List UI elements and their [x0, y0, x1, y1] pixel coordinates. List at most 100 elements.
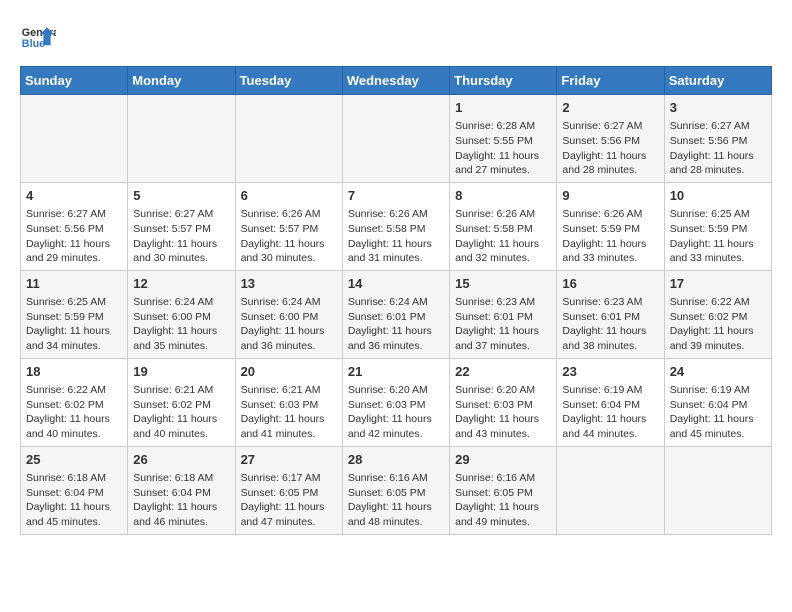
day-number: 13 — [241, 275, 337, 293]
day-info: Sunset: 6:05 PM — [455, 486, 551, 501]
day-info: Daylight: 11 hours and 36 minutes. — [348, 324, 444, 353]
day-info: Sunset: 5:58 PM — [455, 222, 551, 237]
day-info: Sunrise: 6:26 AM — [562, 207, 658, 222]
day-info: Daylight: 11 hours and 45 minutes. — [670, 412, 766, 441]
calendar-cell: 12Sunrise: 6:24 AMSunset: 6:00 PMDayligh… — [128, 270, 235, 358]
day-number: 25 — [26, 451, 122, 469]
day-info: Sunset: 6:03 PM — [455, 398, 551, 413]
day-info: Sunset: 5:57 PM — [133, 222, 229, 237]
day-info: Daylight: 11 hours and 32 minutes. — [455, 237, 551, 266]
weekday-header-wednesday: Wednesday — [342, 67, 449, 95]
day-number: 23 — [562, 363, 658, 381]
svg-text:Blue: Blue — [22, 38, 45, 50]
day-info: Sunrise: 6:20 AM — [455, 383, 551, 398]
day-info: Sunrise: 6:17 AM — [241, 471, 337, 486]
day-number: 5 — [133, 187, 229, 205]
calendar-cell — [128, 95, 235, 183]
day-info: Sunset: 6:05 PM — [241, 486, 337, 501]
weekday-header-row: SundayMondayTuesdayWednesdayThursdayFrid… — [21, 67, 772, 95]
page-header: General Blue — [20, 20, 772, 56]
day-info: Sunrise: 6:25 AM — [670, 207, 766, 222]
logo: General Blue — [20, 20, 56, 56]
calendar-cell: 16Sunrise: 6:23 AMSunset: 6:01 PMDayligh… — [557, 270, 664, 358]
day-info: Daylight: 11 hours and 30 minutes. — [133, 237, 229, 266]
day-number: 19 — [133, 363, 229, 381]
day-info: Daylight: 11 hours and 40 minutes. — [26, 412, 122, 441]
day-info: Sunrise: 6:22 AM — [26, 383, 122, 398]
calendar-cell — [557, 446, 664, 534]
day-number: 8 — [455, 187, 551, 205]
day-number: 29 — [455, 451, 551, 469]
day-number: 15 — [455, 275, 551, 293]
day-info: Sunset: 5:59 PM — [562, 222, 658, 237]
day-info: Daylight: 11 hours and 45 minutes. — [26, 500, 122, 529]
day-info: Daylight: 11 hours and 29 minutes. — [26, 237, 122, 266]
calendar-cell — [235, 95, 342, 183]
day-info: Sunrise: 6:20 AM — [348, 383, 444, 398]
day-info: Daylight: 11 hours and 28 minutes. — [670, 149, 766, 178]
calendar-cell: 24Sunrise: 6:19 AMSunset: 6:04 PMDayligh… — [664, 358, 771, 446]
day-info: Sunset: 6:01 PM — [348, 310, 444, 325]
weekday-header-thursday: Thursday — [450, 67, 557, 95]
day-info: Sunrise: 6:21 AM — [133, 383, 229, 398]
calendar-cell: 22Sunrise: 6:20 AMSunset: 6:03 PMDayligh… — [450, 358, 557, 446]
day-info: Sunrise: 6:18 AM — [26, 471, 122, 486]
day-info: Daylight: 11 hours and 41 minutes. — [241, 412, 337, 441]
day-info: Daylight: 11 hours and 48 minutes. — [348, 500, 444, 529]
day-number: 14 — [348, 275, 444, 293]
calendar-cell: 27Sunrise: 6:17 AMSunset: 6:05 PMDayligh… — [235, 446, 342, 534]
day-number: 21 — [348, 363, 444, 381]
calendar-week-row: 4Sunrise: 6:27 AMSunset: 5:56 PMDaylight… — [21, 182, 772, 270]
day-info: Sunset: 5:58 PM — [348, 222, 444, 237]
calendar-cell: 20Sunrise: 6:21 AMSunset: 6:03 PMDayligh… — [235, 358, 342, 446]
day-number: 28 — [348, 451, 444, 469]
calendar-cell: 5 Sunrise: 6:27 AMSunset: 5:57 PMDaylight… — [128, 182, 235, 270]
day-number: 11 — [26, 275, 122, 293]
day-info: Sunset: 5:59 PM — [670, 222, 766, 237]
calendar-cell: 2Sunrise: 6:27 AMSunset: 5:56 PMDaylight… — [557, 95, 664, 183]
weekday-header-monday: Monday — [128, 67, 235, 95]
calendar-body: 1Sunrise: 6:28 AMSunset: 5:55 PMDaylight… — [21, 95, 772, 535]
day-info: Sunrise: 6:19 AM — [670, 383, 766, 398]
calendar-cell: 14 Sunrise: 6:24 AMSunset: 6:01 PMDayligh… — [342, 270, 449, 358]
day-number: 7 — [348, 187, 444, 205]
day-info: Sunrise: 6:27 AM — [26, 207, 122, 222]
day-info: Sunset: 5:56 PM — [670, 134, 766, 149]
day-number: 2 — [562, 99, 658, 117]
logo-icon: General Blue — [20, 20, 56, 56]
day-info: Sunrise: 6:23 AM — [562, 295, 658, 310]
day-number: 26 — [133, 451, 229, 469]
day-info: Daylight: 11 hours and 40 minutes. — [133, 412, 229, 441]
day-info: Sunset: 6:04 PM — [562, 398, 658, 413]
day-info: Sunrise: 6:26 AM — [348, 207, 444, 222]
day-number: 4 — [26, 187, 122, 205]
calendar-week-row: 1Sunrise: 6:28 AMSunset: 5:55 PMDaylight… — [21, 95, 772, 183]
day-number: 6 — [241, 187, 337, 205]
day-info: Sunrise: 6:19 AM — [562, 383, 658, 398]
day-number: 12 — [133, 275, 229, 293]
day-number: 16 — [562, 275, 658, 293]
day-info: Sunset: 6:02 PM — [670, 310, 766, 325]
day-number: 18 — [26, 363, 122, 381]
calendar-table: SundayMondayTuesdayWednesdayThursdayFrid… — [20, 66, 772, 535]
day-info: Sunrise: 6:24 AM — [348, 295, 444, 310]
day-number: 3 — [670, 99, 766, 117]
calendar-cell: 19Sunrise: 6:21 AMSunset: 6:02 PMDayligh… — [128, 358, 235, 446]
day-number: 1 — [455, 99, 551, 117]
day-info: Sunrise: 6:24 AM — [241, 295, 337, 310]
day-info: Daylight: 11 hours and 27 minutes. — [455, 149, 551, 178]
day-number: 10 — [670, 187, 766, 205]
day-info: Daylight: 11 hours and 49 minutes. — [455, 500, 551, 529]
day-info: Sunset: 5:55 PM — [455, 134, 551, 149]
calendar-cell — [21, 95, 128, 183]
calendar-cell: 18Sunrise: 6:22 AMSunset: 6:02 PMDayligh… — [21, 358, 128, 446]
day-info: Sunset: 5:56 PM — [26, 222, 122, 237]
day-info: Sunset: 6:01 PM — [562, 310, 658, 325]
day-info: Sunrise: 6:22 AM — [670, 295, 766, 310]
day-info: Daylight: 11 hours and 43 minutes. — [455, 412, 551, 441]
calendar-cell: 28Sunrise: 6:16 AMSunset: 6:05 PMDayligh… — [342, 446, 449, 534]
day-info: Sunrise: 6:26 AM — [455, 207, 551, 222]
calendar-cell: 6Sunrise: 6:26 AMSunset: 5:57 PMDaylight… — [235, 182, 342, 270]
day-info: Sunrise: 6:27 AM — [133, 207, 229, 222]
day-info: Daylight: 11 hours and 35 minutes. — [133, 324, 229, 353]
